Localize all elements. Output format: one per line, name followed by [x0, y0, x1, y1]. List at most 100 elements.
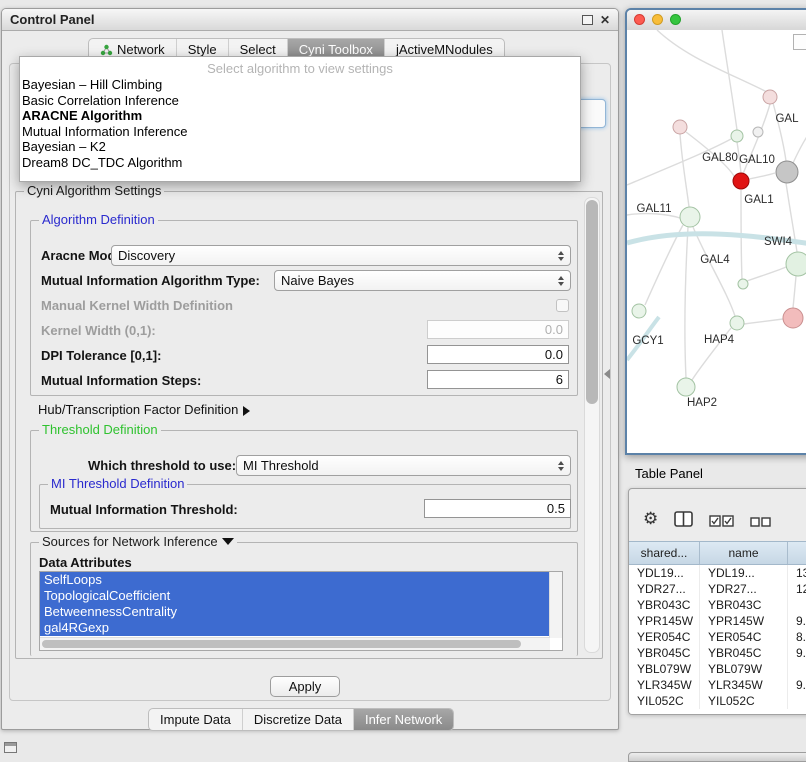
network-node[interactable]: [763, 90, 777, 104]
dropdown-item[interactable]: Basic Correlation Inference: [20, 93, 580, 109]
cell[interactable]: YPR145W: [700, 613, 788, 629]
float-window-icon[interactable]: [582, 15, 593, 25]
tab-discretize-data[interactable]: Discretize Data: [242, 709, 353, 730]
network-node[interactable]: [753, 127, 763, 137]
cell[interactable]: YDR27...: [700, 581, 788, 597]
dropdown-item[interactable]: Mutual Information Inference: [20, 124, 580, 140]
network-node[interactable]: [738, 279, 748, 289]
cell[interactable]: 9...: [788, 645, 806, 661]
cell[interactable]: YBL079W: [629, 661, 700, 677]
table-row[interactable]: YBR043C YBR043C: [629, 597, 806, 613]
scrollbar-thumb[interactable]: [42, 640, 521, 648]
cell[interactable]: 9...: [788, 677, 806, 693]
table-row[interactable]: YBR045C YBR045C 9...: [629, 645, 806, 661]
cell[interactable]: YIL052C: [629, 693, 700, 709]
cell[interactable]: YLR345W: [629, 677, 700, 693]
network-window-titlebar[interactable]: [627, 10, 806, 31]
tab-impute-data[interactable]: Impute Data: [149, 709, 242, 730]
cell[interactable]: YBR043C: [629, 597, 700, 613]
network-node[interactable]: [680, 207, 700, 227]
table-row[interactable]: YLR345W YLR345W 9...: [629, 677, 806, 693]
cell[interactable]: 8...: [788, 629, 806, 645]
cell[interactable]: YPR145W: [629, 613, 700, 629]
attribute-list-item[interactable]: TopologicalCoefficient: [40, 588, 554, 604]
cell[interactable]: [788, 693, 806, 709]
network-node[interactable]: [632, 304, 646, 318]
algorithm-definition-group: Algorithm Definition Aracne Mode: Discov…: [30, 220, 578, 396]
cell[interactable]: [788, 661, 806, 677]
select-all-icon[interactable]: [709, 515, 734, 527]
dpi-tolerance-field[interactable]: 0.0: [427, 345, 569, 364]
bottom-tab-strip: Impute Data Discretize Data Infer Networ…: [148, 708, 454, 731]
list-horizontal-scrollbar[interactable]: [40, 637, 550, 650]
table-row[interactable]: YER054C YER054C 8...: [629, 629, 806, 645]
cell[interactable]: YBR045C: [700, 645, 788, 661]
zoom-traffic-icon[interactable]: [670, 14, 681, 25]
table-row[interactable]: YDL19... YDL19... 13...: [629, 565, 806, 581]
cell[interactable]: YBR045C: [629, 645, 700, 661]
cell[interactable]: YIL052C: [700, 693, 788, 709]
network-node[interactable]: [673, 120, 687, 134]
columns-icon[interactable]: [674, 511, 693, 527]
cell[interactable]: YER054C: [700, 629, 788, 645]
cell[interactable]: YBR043C: [700, 597, 788, 613]
network-node[interactable]: [786, 252, 806, 276]
tab-infer-network[interactable]: Infer Network: [353, 709, 453, 730]
network-node-pink[interactable]: [783, 308, 803, 328]
network-node[interactable]: [731, 130, 743, 142]
minimize-traffic-icon[interactable]: [652, 14, 663, 25]
cell[interactable]: YLR345W: [700, 677, 788, 693]
cell[interactable]: YDL19...: [629, 565, 700, 581]
sources-expander[interactable]: Sources for Network Inference: [39, 534, 237, 549]
close-icon[interactable]: ✕: [600, 14, 610, 26]
attribute-list-item[interactable]: BetweennessCentrality: [40, 604, 554, 620]
network-edge: [793, 128, 806, 163]
mi-algorithm-type-combobox[interactable]: Naive Bayes: [274, 270, 571, 291]
splitter-collapse-arrow[interactable]: [604, 369, 610, 379]
mi-steps-field[interactable]: 6: [427, 370, 569, 389]
table-row[interactable]: YBL079W YBL079W: [629, 661, 806, 677]
network-node-gray[interactable]: [776, 161, 798, 183]
table-row[interactable]: YDR27... YDR27... 12...: [629, 581, 806, 597]
which-threshold-combobox[interactable]: MI Threshold: [236, 455, 571, 476]
gear-icon[interactable]: ⚙: [643, 510, 658, 527]
dropdown-item-selected[interactable]: ARACNE Algorithm: [20, 108, 580, 124]
table-row[interactable]: YPR145W YPR145W 9...: [629, 613, 806, 629]
cell[interactable]: [788, 597, 806, 613]
network-node[interactable]: [677, 378, 695, 396]
cell[interactable]: YDL19...: [700, 565, 788, 581]
hub-definition-expander[interactable]: Hub/Transcription Factor Definition: [38, 402, 250, 417]
settings-scrollbar[interactable]: [584, 197, 600, 653]
network-scrollbar-box[interactable]: [793, 34, 806, 50]
scrollbar-thumb[interactable]: [586, 200, 598, 404]
network-graph: GAL GAL80 GAL10 GAL11 GAL1 SWI4 GAL4 GCY…: [627, 30, 806, 455]
aracne-mode-combobox[interactable]: Discovery: [111, 245, 571, 266]
network-node[interactable]: [730, 316, 744, 330]
dropdown-item[interactable]: Bayesian – K2: [20, 139, 580, 155]
cell[interactable]: 12...: [788, 581, 806, 597]
column-header-shared-name[interactable]: shared...: [629, 542, 700, 564]
table-row[interactable]: YIL052C YIL052C: [629, 693, 806, 709]
mi-threshold-field[interactable]: 0.5: [424, 499, 571, 518]
cell[interactable]: YDR27...: [629, 581, 700, 597]
column-header-name[interactable]: name: [700, 542, 788, 564]
attribute-list-item[interactable]: gal4RGexp: [40, 620, 554, 636]
column-header-extra[interactable]: [788, 542, 806, 564]
cell[interactable]: YER054C: [629, 629, 700, 645]
apply-button[interactable]: Apply: [270, 676, 340, 697]
collapsed-window-edge[interactable]: [628, 752, 806, 762]
list-vertical-scrollbar[interactable]: [549, 572, 562, 638]
minimized-window-icon[interactable]: [4, 742, 17, 753]
control-panel-titlebar[interactable]: Control Panel ✕: [2, 9, 618, 31]
close-traffic-icon[interactable]: [634, 14, 645, 25]
cell[interactable]: 13...: [788, 565, 806, 581]
network-node-red[interactable]: [733, 173, 749, 189]
node-label: GAL10: [739, 154, 775, 166]
dropdown-item[interactable]: Bayesian – Hill Climbing: [20, 77, 580, 93]
dropdown-item[interactable]: Dream8 DC_TDC Algorithm: [20, 155, 580, 171]
cell[interactable]: 9...: [788, 613, 806, 629]
deselect-all-icon[interactable]: [750, 517, 771, 527]
cell[interactable]: YBL079W: [700, 661, 788, 677]
network-canvas[interactable]: GAL GAL80 GAL10 GAL11 GAL1 SWI4 GAL4 GCY…: [627, 30, 806, 455]
attribute-list-item[interactable]: SelfLoops: [40, 572, 554, 588]
